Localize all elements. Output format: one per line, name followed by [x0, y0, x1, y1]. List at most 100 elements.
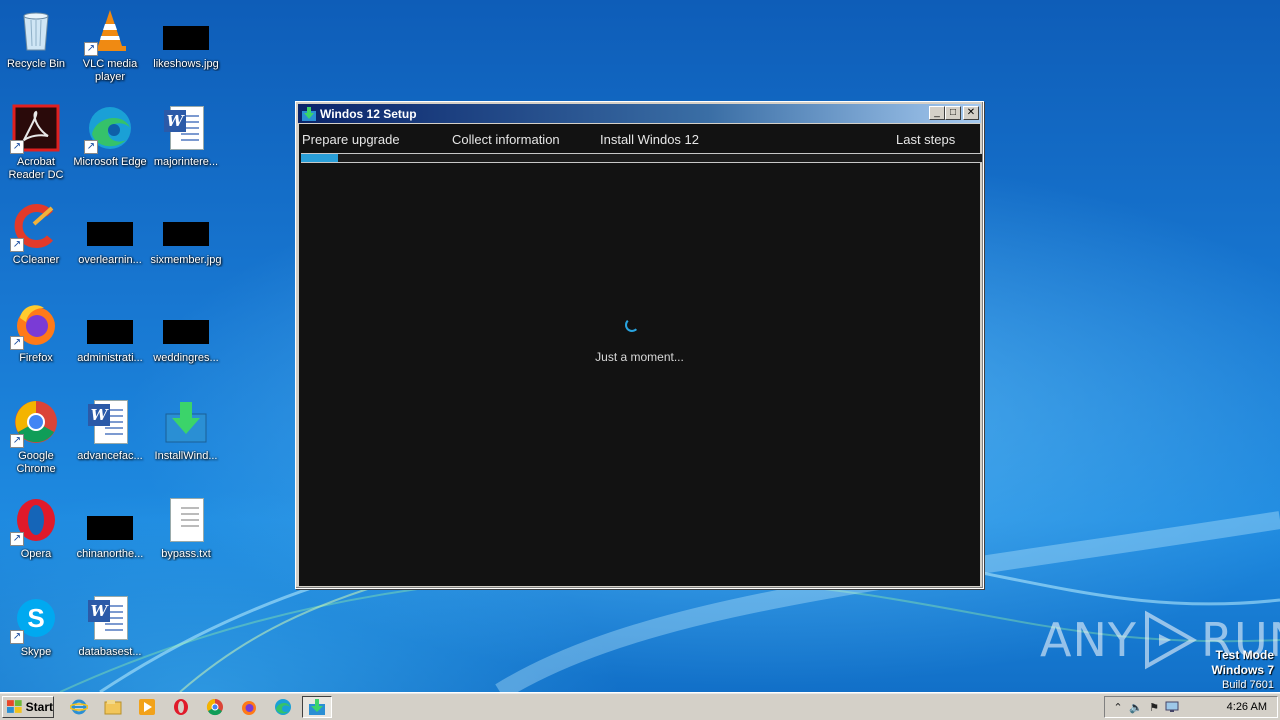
opera-icon: ↗ [10, 496, 60, 546]
edge-icon: ↗ [84, 104, 134, 154]
desktop: Recycle Bin ↗ VLC media player likeshows… [0, 0, 1280, 692]
chrome-taskbar-icon[interactable] [204, 697, 226, 717]
desktop-icon-chinanorthe[interactable]: chinanorthe... [72, 492, 148, 582]
desktop-icon-opera[interactable]: ↗ Opera [0, 492, 74, 582]
desktop-icon-label: Google Chrome [16, 450, 56, 475]
shortcut-arrow-icon: ↗ [84, 42, 98, 56]
desktop-icon-vlc[interactable]: ↗ VLC media player [72, 2, 148, 92]
step-last-steps: Last steps [896, 132, 956, 147]
internet-explorer-icon[interactable] [68, 697, 90, 717]
image-file-icon [86, 300, 134, 348]
image-file-icon [162, 300, 210, 348]
minimize-button[interactable]: _ [929, 106, 945, 120]
desktop-icon-installwind[interactable]: InstallWind... [148, 394, 224, 484]
setup-taskbar-button[interactable] [302, 696, 332, 718]
step-collect-information: Collect information [452, 132, 560, 147]
shortcut-arrow-icon: ↗ [10, 434, 24, 448]
shortcut-arrow-icon: ↗ [10, 336, 24, 350]
start-label: Start [25, 700, 53, 714]
status-text: Just a moment... [595, 350, 684, 364]
image-file-icon [86, 496, 134, 544]
shortcut-arrow-icon: ↗ [10, 140, 24, 154]
opera-taskbar-icon[interactable] [170, 697, 192, 717]
ccleaner-icon: ↗ [10, 202, 60, 252]
desktop-icon-recycle-bin[interactable]: Recycle Bin [0, 2, 74, 92]
acrobat-icon: ↗ [10, 104, 60, 154]
desktop-icon-bypass[interactable]: bypass.txt [148, 492, 224, 582]
media-player-icon[interactable] [136, 697, 158, 717]
desktop-icon-ccleaner[interactable]: ↗ CCleaner [0, 198, 74, 288]
desktop-icon-overlearnin[interactable]: overlearnin... [72, 198, 148, 288]
desktop-icon-label: weddingres... [153, 352, 219, 364]
desktop-icon-majorintere[interactable]: W majorintere... [148, 100, 224, 190]
desktop-icon-skype[interactable]: S ↗ Skype [0, 590, 74, 680]
test-mode-line2: Windows 7 [1211, 663, 1274, 677]
test-mode-notice: Test Mode Windows 7 Build 7601 [1211, 648, 1274, 692]
action-center-flag-icon[interactable]: ⚑ [1145, 699, 1163, 715]
setup-progress-bar [301, 153, 982, 163]
svg-text:S: S [27, 603, 44, 633]
desktop-icon-label: Opera [20, 548, 52, 560]
setup-content: Prepare upgrade Collect information Inst… [299, 124, 982, 586]
vlc-cone-icon: ↗ [84, 6, 134, 56]
desktop-icon-label: advancefac... [77, 450, 143, 462]
desktop-icon-label: Microsoft Edge [73, 156, 147, 168]
word-document-icon: W [86, 594, 134, 642]
close-button[interactable]: ✕ [963, 106, 979, 120]
setup-steps: Prepare upgrade Collect information Inst… [299, 124, 980, 152]
setup-progress-fill [301, 154, 339, 162]
windows-flag-icon [7, 700, 22, 713]
watermark-left-text: ANY [1040, 613, 1137, 667]
recycle-bin-icon [12, 6, 60, 54]
loading-spinner-icon [625, 318, 639, 332]
network-icon[interactable] [1163, 699, 1181, 715]
desktop-icon-label: Recycle Bin [6, 58, 66, 70]
desktop-icon-sixmember[interactable]: sixmember.jpg [148, 198, 224, 288]
show-hidden-icons-icon[interactable]: ⌃ [1109, 699, 1127, 715]
taskbar-clock[interactable]: 4:26 AM [1227, 701, 1267, 713]
test-mode-line3: Build 7601 [1222, 679, 1274, 691]
word-document-icon: W [162, 104, 210, 152]
image-file-icon [162, 202, 210, 250]
image-file-icon [86, 202, 134, 250]
play-logo-icon [1144, 610, 1197, 670]
desktop-icon-firefox[interactable]: ↗ Firefox [0, 296, 74, 386]
system-tray: ⌃ 🔈 ⚑ 4:26 AM [1104, 696, 1278, 718]
file-explorer-icon[interactable] [102, 697, 124, 717]
volume-icon[interactable]: 🔈 [1127, 699, 1145, 715]
edge-taskbar-icon[interactable] [272, 697, 294, 717]
step-install-windos: Install Windos 12 [600, 132, 699, 147]
desktop-icon-acrobat[interactable]: ↗ Acrobat Reader DC [0, 100, 74, 190]
desktop-icon-label: bypass.txt [161, 548, 211, 560]
desktop-icon-databasest[interactable]: W databasest... [72, 590, 148, 680]
maximize-button[interactable]: □ [945, 106, 961, 120]
start-button[interactable]: Start [2, 696, 54, 718]
desktop-icon-label: overlearnin... [78, 254, 142, 266]
firefox-taskbar-icon[interactable] [238, 697, 260, 717]
skype-icon: S ↗ [10, 594, 60, 644]
setup-app-icon [302, 106, 316, 121]
word-document-icon: W [86, 398, 134, 446]
image-file-icon [162, 6, 210, 54]
desktop-icon-label: majorintere... [153, 156, 219, 168]
setup-window[interactable]: Windos 12 Setup _ □ ✕ Prepare upgrade Co… [295, 101, 984, 589]
desktop-icon-label: VLC media player [82, 58, 138, 83]
window-titlebar[interactable]: Windos 12 Setup _ □ ✕ [298, 104, 981, 123]
shortcut-arrow-icon: ↗ [84, 140, 98, 154]
desktop-icon-advancefac[interactable]: W advancefac... [72, 394, 148, 484]
chrome-icon: ↗ [10, 398, 60, 448]
desktop-icon-administrati[interactable]: administrati... [72, 296, 148, 386]
shortcut-arrow-icon: ↗ [10, 238, 24, 252]
desktop-icon-chrome[interactable]: ↗ Google Chrome [0, 394, 74, 484]
desktop-icon-label: Skype [20, 646, 52, 658]
desktop-icon-label: likeshows.jpg [153, 58, 219, 70]
desktop-icon-edge[interactable]: ↗ Microsoft Edge [72, 100, 148, 190]
desktop-icon-label: sixmember.jpg [150, 254, 222, 266]
desktop-icon-weddingres[interactable]: weddingres... [148, 296, 224, 386]
desktop-icon-label: administrati... [77, 352, 143, 364]
shortcut-arrow-icon: ↗ [10, 532, 24, 546]
desktop-icon-likeshows[interactable]: likeshows.jpg [148, 2, 224, 92]
desktop-icon-label: chinanorthe... [76, 548, 144, 560]
window-title: Windos 12 Setup [320, 106, 417, 121]
step-prepare-upgrade: Prepare upgrade [302, 132, 400, 147]
